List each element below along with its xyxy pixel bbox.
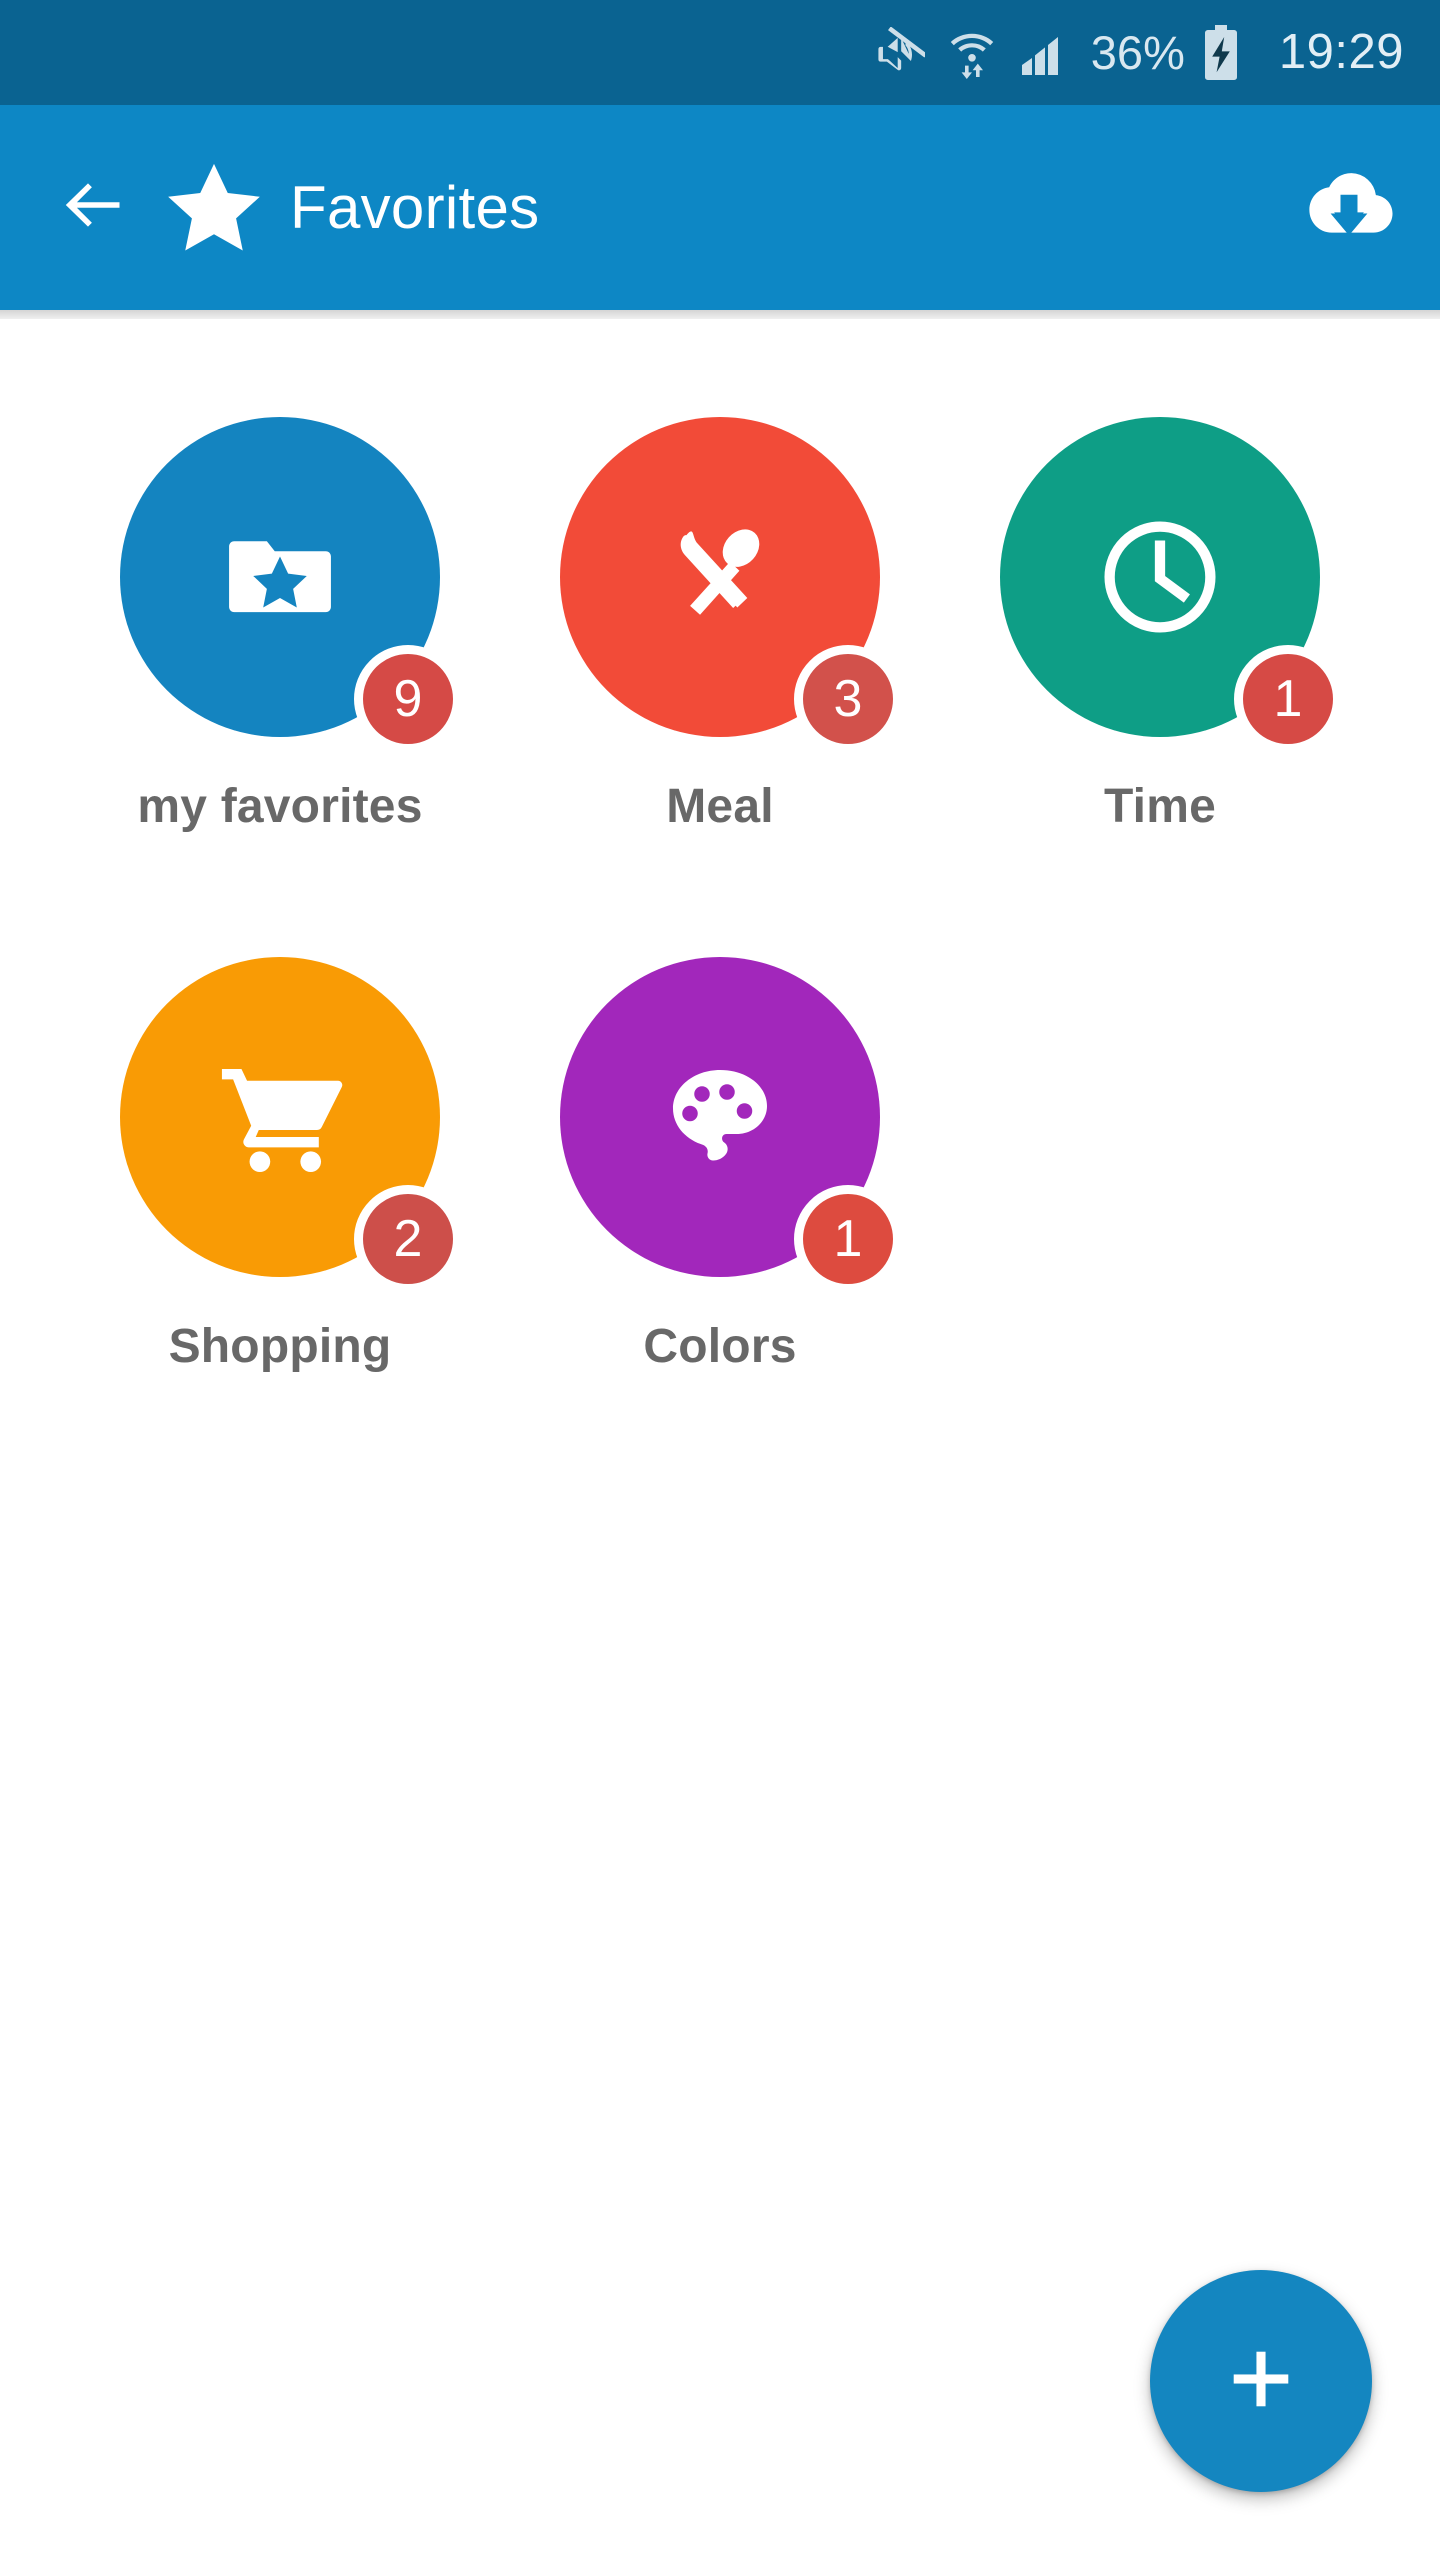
battery-charging-icon [1203, 24, 1239, 81]
clock-icon [1095, 512, 1225, 642]
grid-item-label: Shopping [168, 1320, 392, 1373]
palette-icon [660, 1057, 780, 1177]
grid-item-time[interactable]: 1 Time [940, 417, 1380, 957]
badge-count: 9 [354, 645, 462, 753]
favorites-grid: 9 my favorites 3 Meal 1 Time 2 Shopping … [60, 417, 1380, 1497]
page-title: Favorites [290, 174, 540, 241]
plus-icon [1222, 2340, 1300, 2423]
cloud-download-icon [1303, 166, 1395, 249]
add-favorite-fab[interactable] [1150, 2270, 1372, 2492]
status-bar-clock: 19:29 [1278, 25, 1404, 79]
star-icon [164, 158, 264, 258]
badge-count: 3 [794, 645, 902, 753]
battery-percent-label: 36% [1090, 26, 1185, 79]
bubble-wrapper: 9 [120, 417, 462, 753]
grid-item-colors[interactable]: 1 Colors [500, 957, 940, 1497]
badge-count: 1 [1234, 645, 1342, 753]
folder-star-icon [217, 514, 343, 640]
grid-item-my-favorites[interactable]: 9 my favorites [60, 417, 500, 957]
grid-item-label: Meal [666, 780, 774, 833]
status-bar: 36% 19:29 [0, 0, 1440, 105]
bubble-wrapper: 2 [120, 957, 462, 1293]
phone-screen: 36% 19:29 Favorites 9 my favorites 3 Mea… [0, 0, 1440, 2560]
bubble-wrapper: 1 [1000, 417, 1342, 753]
grid-item-label: Time [1104, 780, 1216, 833]
knife-spoon-icon [657, 514, 783, 640]
badge-count: 2 [354, 1185, 462, 1293]
badge-count: 1 [794, 1185, 902, 1293]
content-area: 9 my favorites 3 Meal 1 Time 2 Shopping … [0, 319, 1440, 2560]
mute-icon [873, 26, 925, 79]
shopping-cart-icon [213, 1050, 347, 1184]
signal-bars-icon [1019, 29, 1069, 77]
bubble-wrapper: 3 [560, 417, 902, 753]
wifi-transfer-icon [947, 27, 997, 79]
grid-item-label: Colors [643, 1320, 797, 1373]
bubble-wrapper: 1 [560, 957, 902, 1293]
grid-item-label: my favorites [137, 780, 423, 833]
app-bar: Favorites [0, 105, 1440, 324]
back-button[interactable] [34, 148, 154, 268]
grid-item-meal[interactable]: 3 Meal [500, 417, 940, 957]
cloud-download-button[interactable] [1284, 143, 1414, 273]
back-arrow-icon [58, 169, 130, 246]
grid-item-shopping[interactable]: 2 Shopping [60, 957, 500, 1497]
